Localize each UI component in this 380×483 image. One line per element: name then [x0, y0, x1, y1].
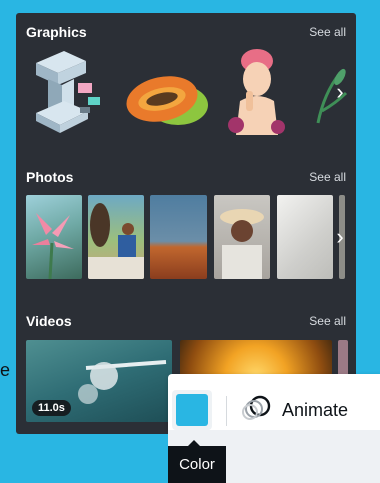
chevron-right-icon: › — [336, 224, 344, 249]
graphics-header: Graphics See all — [26, 23, 346, 41]
photos-header: Photos See all — [26, 168, 346, 186]
photo-desert-sky[interactable] — [150, 195, 207, 279]
color-swatch — [176, 394, 208, 426]
photos-title: Photos — [26, 169, 74, 185]
videos-header: Videos See all — [26, 312, 346, 330]
graphics-next-button[interactable]: › — [330, 79, 350, 105]
color-tooltip: Color — [168, 440, 226, 483]
photos-row: › — [26, 195, 356, 279]
graphic-woman-illustration[interactable] — [222, 47, 292, 135]
photo-lily[interactable] — [26, 195, 82, 279]
color-button[interactable] — [172, 390, 212, 430]
color-tooltip-label: Color — [179, 456, 215, 473]
photo-picnic[interactable] — [88, 195, 144, 279]
partial-label-fragment: e — [0, 360, 11, 380]
videos-see-all-link[interactable]: See all — [309, 314, 346, 328]
graphics-see-all-link[interactable]: See all — [309, 25, 346, 39]
editor-toolbar: Animate — [168, 374, 380, 430]
photo-abstract-white[interactable] — [277, 195, 333, 279]
content-panel: Graphics See all › Photos See all › Vide… — [16, 13, 356, 434]
video-duration-badge: 11.0s — [32, 400, 71, 416]
animate-circles-icon — [242, 395, 272, 426]
graphic-papaya[interactable] — [122, 55, 212, 135]
videos-title: Videos — [26, 313, 72, 329]
photos-next-button[interactable]: › — [330, 224, 350, 250]
animate-button[interactable]: Animate — [242, 394, 348, 426]
video-aerial-pier[interactable]: 11.0s — [26, 340, 172, 422]
photos-see-all-link[interactable]: See all — [309, 170, 346, 184]
animate-label: Animate — [282, 399, 349, 420]
toolbar-divider — [226, 396, 227, 426]
graphics-title: Graphics — [26, 24, 87, 40]
graphic-isometric-letter[interactable] — [28, 49, 108, 135]
graphics-row: › — [26, 49, 356, 135]
photo-elderly-woman[interactable] — [214, 195, 270, 279]
chevron-right-icon: › — [336, 79, 344, 104]
